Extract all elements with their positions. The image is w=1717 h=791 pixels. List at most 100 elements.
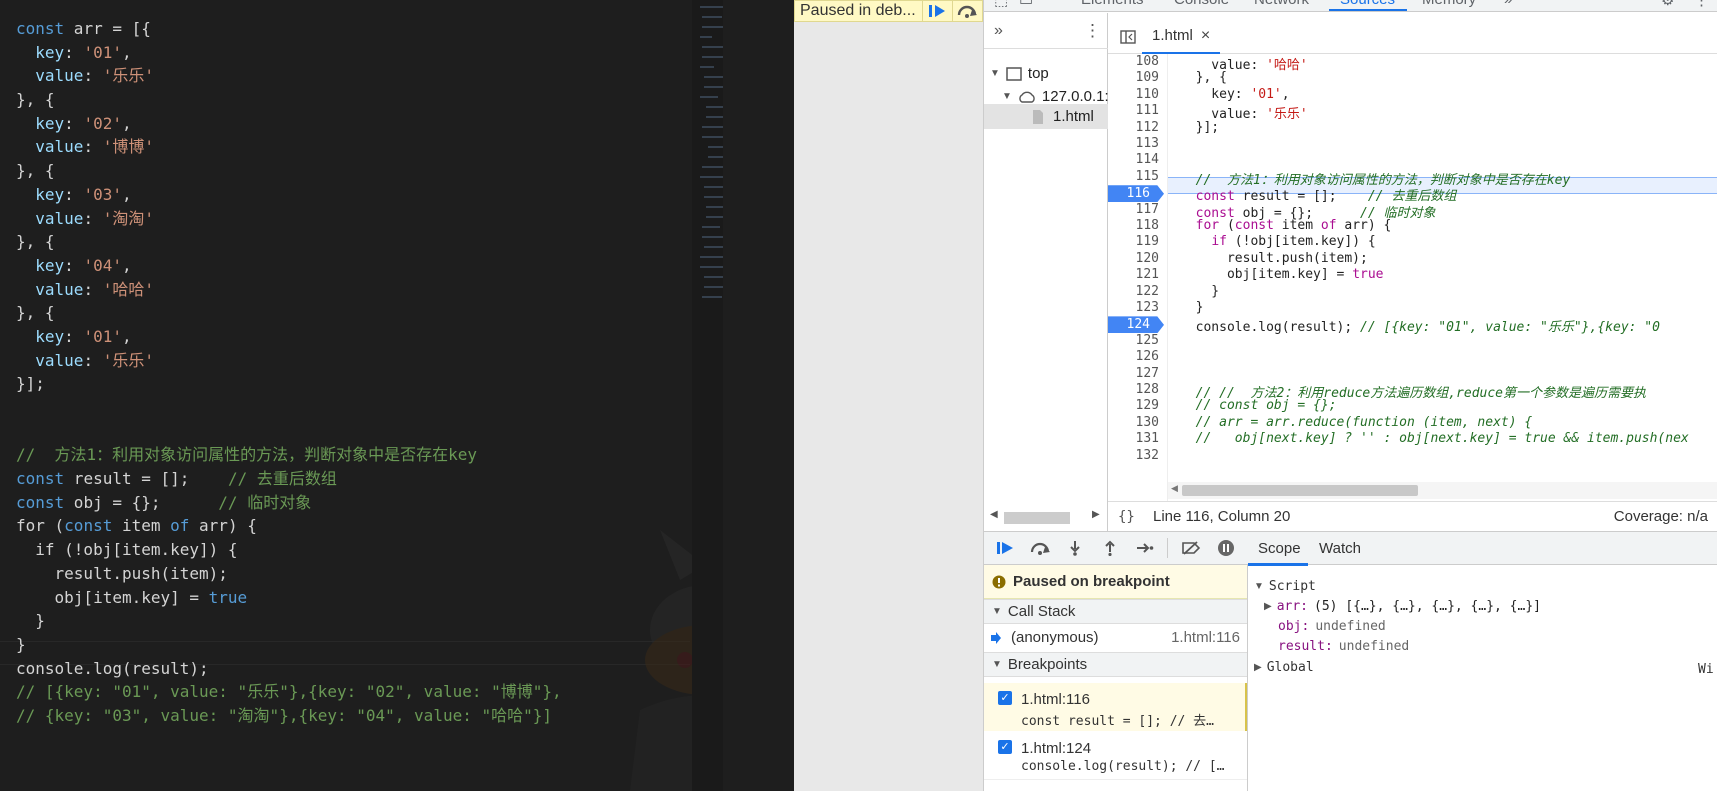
source-line[interactable]: obj[item.key] = true [1180,267,1384,282]
code-line[interactable]: const arr = [{ [16,17,562,41]
breakpoints-header[interactable]: ▼ Breakpoints [984,652,1247,677]
code-line[interactable]: key: '02', [16,112,562,136]
code-line[interactable]: // [{key: "01", value: "乐乐"},{key: "02",… [16,680,562,704]
line-number[interactable]: 123 [1136,300,1159,315]
line-number[interactable]: 128 [1136,382,1159,397]
scope-section-script[interactable]: ▼ Script [1254,579,1316,594]
breakpoint-item[interactable]: ✓ 1.html:116 const result = []; // 去… [984,683,1247,731]
tab-watch[interactable]: Watch [1319,540,1361,557]
tree-item-origin[interactable]: ▼ 127.0.0.1:5 [1002,88,1117,105]
line-number[interactable]: 108 [1136,54,1159,69]
line-number[interactable]: 127 [1136,366,1159,381]
code-line[interactable]: value: '哈哈' [16,278,562,302]
code-line[interactable]: key: '01', [16,41,562,65]
tab-network[interactable]: Network [1254,0,1309,8]
code-line[interactable]: value: '博博' [16,135,562,159]
source-line[interactable]: } [1180,300,1204,315]
source-line[interactable]: // obj[next.key] ? '' : obj[next.key] = … [1180,431,1689,446]
step-over-icon[interactable] [951,0,982,22]
line-number[interactable]: 114 [1136,152,1159,167]
source-line[interactable]: if (!obj[item.key]) { [1180,234,1375,249]
scope-var-obj[interactable]: obj: undefined [1278,619,1386,634]
code-line[interactable]: }, { [16,159,562,183]
minimap[interactable] [692,0,723,791]
source-line[interactable]: } [1180,284,1219,299]
code-line[interactable]: value: '乐乐' [16,349,562,373]
scroll-left-icon[interactable]: ◀ [990,509,998,520]
toggle-navigator-icon[interactable] [1120,30,1136,44]
code-line[interactable]: if (!obj[item.key]) { [16,538,562,562]
more-tabs-icon[interactable]: » [1504,0,1512,8]
code-line[interactable] [16,420,562,444]
call-frame[interactable]: (anonymous) 1.html:116 [984,625,1247,650]
coverage-status[interactable]: Coverage: n/a [1614,508,1708,525]
line-number[interactable]: 129 [1136,398,1159,413]
line-number[interactable]: 115 [1136,169,1159,184]
code-line[interactable]: console.log(result); [16,657,562,681]
line-number[interactable]: 120 [1136,251,1159,266]
line-number[interactable]: 110 [1136,87,1159,102]
code-line[interactable]: key: '04', [16,254,562,278]
code-line[interactable]: const obj = {}; // 临时对象 [16,491,562,515]
line-number[interactable]: 118 [1136,218,1159,233]
code-line[interactable]: // {key: "03", value: "淘淘"},{key: "04", … [16,704,562,728]
navigator-scrollbar[interactable]: ◀ ▶ [984,507,1108,529]
pretty-print-icon[interactable]: {} [1118,509,1135,525]
breakpoint-checkbox[interactable]: ✓ [998,691,1012,705]
step-over-icon[interactable] [1027,536,1052,561]
source-line[interactable]: result.push(item); [1180,251,1368,266]
tab-sources[interactable]: Sources [1340,0,1395,8]
device-toggle-icon[interactable]: ▭ [1019,0,1033,9]
code-line[interactable]: const result = []; // 去重后数组 [16,467,562,491]
line-number[interactable]: 125 [1136,333,1159,348]
scroll-right-icon[interactable]: ▶ [1092,509,1100,520]
scroll-left-icon[interactable]: ◀ [1171,483,1178,494]
code-line[interactable]: }, { [16,230,562,254]
more-panels-icon[interactable]: » [994,22,1003,40]
scrollbar-thumb[interactable] [1004,512,1070,524]
tree-item-file[interactable]: 1.html [1032,108,1094,125]
inspect-icon[interactable]: ⬚ [994,0,1008,9]
step-out-icon[interactable] [1097,536,1122,561]
deactivate-breakpoints-icon[interactable] [1178,536,1203,561]
code-line[interactable]: key: '03', [16,183,562,207]
code-line[interactable]: } [16,609,562,633]
source-editor[interactable]: 1.html × 108 109 110 111 112 113 114 115 116 117 1… [1108,13,1717,531]
code-line[interactable]: }]; [16,372,562,396]
pause-on-exceptions-icon[interactable] [1213,536,1238,561]
line-number[interactable]: 117 [1136,202,1159,217]
resume-icon[interactable] [992,536,1017,561]
code-line[interactable]: value: '淘淘' [16,207,562,231]
code-line[interactable]: }, { [16,88,562,112]
code-line[interactable]: for (const item of arr) { [16,514,562,538]
source-line[interactable]: }]; [1180,120,1220,135]
call-stack-header[interactable]: ▼ Call Stack [984,599,1247,624]
breakpoint-marker[interactable]: 124 [1108,316,1164,334]
scope-var-result[interactable]: result: undefined [1278,639,1409,654]
line-number[interactable]: 112 [1136,120,1159,135]
menu-icon[interactable]: ⋮ [1694,0,1709,9]
code-line[interactable]: value: '乐乐' [16,64,562,88]
line-number[interactable]: 119 [1136,234,1159,249]
tab-elements[interactable]: Elements [1081,0,1144,8]
source-line[interactable]: for (const item of arr) { [1180,218,1392,233]
line-number[interactable]: 109 [1136,70,1159,85]
resume-icon[interactable] [921,0,952,22]
file-tab-1-html[interactable]: 1.html × [1142,19,1221,54]
code-line[interactable] [16,396,562,420]
line-number[interactable]: 131 [1136,431,1159,446]
navigator-menu-icon[interactable]: ⋮ [1084,21,1101,41]
tree-item-top[interactable]: ▼ top [990,65,1049,82]
tab-scope[interactable]: Scope [1258,540,1301,557]
settings-icon[interactable]: ⚙ [1661,0,1674,9]
source-line[interactable]: // const obj = {}; [1180,398,1337,413]
line-number[interactable]: 111 [1136,103,1159,118]
scope-var-arr[interactable]: ▶ arr: (5) [{…}, {…}, {…}, {…}, {…}] [1264,599,1541,614]
source-horizontal-scrollbar[interactable]: ◀ [1168,482,1717,499]
code-text[interactable]: const arr = [{ key: '01', value: '乐乐'}, … [16,17,562,728]
line-number[interactable]: 113 [1136,136,1159,151]
line-number[interactable]: 122 [1136,284,1159,299]
step-into-icon[interactable] [1062,536,1087,561]
code-line[interactable]: key: '01', [16,325,562,349]
source-line[interactable]: // arr = arr.reduce(function (item, next… [1180,415,1533,430]
